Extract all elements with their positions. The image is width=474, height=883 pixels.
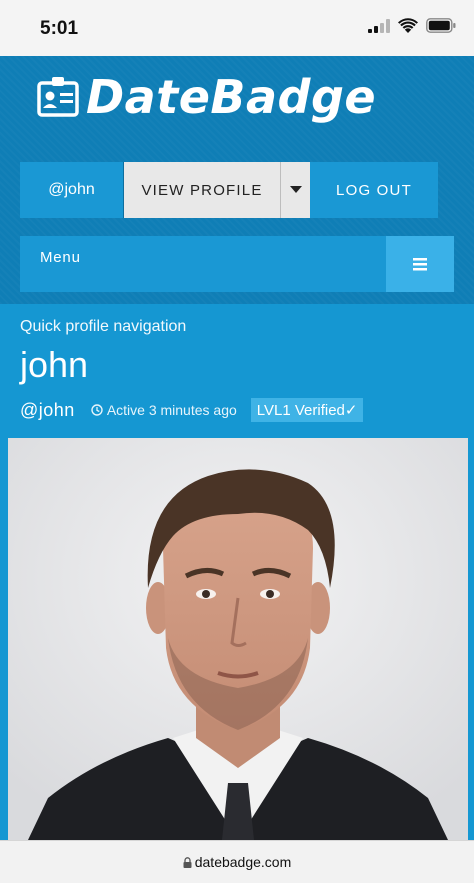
clock-icon <box>91 404 103 416</box>
battery-icon <box>426 18 456 33</box>
lock-icon <box>183 857 192 868</box>
hamburger-icon <box>413 258 427 271</box>
last-active-text: Active 3 minutes ago <box>106 402 237 418</box>
profile-dropdown-toggle[interactable] <box>280 162 310 218</box>
wifi-icon <box>398 18 418 33</box>
quick-profile-navigation[interactable]: Quick profile navigation <box>20 318 186 336</box>
last-active: Active 3 minutes ago <box>91 402 237 418</box>
logout-button[interactable]: LOG OUT <box>310 162 438 218</box>
logo-text: DateBadge <box>86 70 377 124</box>
id-badge-icon <box>37 77 79 117</box>
menu-label: Menu <box>40 249 81 266</box>
status-icons <box>368 18 456 33</box>
browser-url-bar[interactable]: datebadge.com <box>0 840 474 883</box>
profile-photo[interactable] <box>8 438 468 840</box>
status-bar: 5:01 <box>0 0 474 56</box>
username-button[interactable]: @john <box>20 162 124 218</box>
profile-meta: @john Active 3 minutes ago LVL1 Verified… <box>20 398 364 422</box>
site-logo[interactable]: DateBadge <box>36 70 376 124</box>
profile-handle: @john <box>20 399 75 420</box>
url-display[interactable]: datebadge.com <box>0 854 474 870</box>
menu-toggle-button[interactable] <box>386 236 454 292</box>
account-nav: @john VIEW PROFILE LOG OUT <box>20 162 438 218</box>
verified-badge: LVL1 Verified✓ <box>250 398 364 422</box>
view-profile-button[interactable]: VIEW PROFILE <box>124 162 280 218</box>
signal-icon <box>368 18 390 33</box>
profile-section: Quick profile navigation john @john Acti… <box>0 304 474 840</box>
profile-name: john <box>20 344 89 385</box>
menu-bar[interactable]: Menu <box>20 236 454 292</box>
profile-photo-image <box>8 438 468 840</box>
site-header: DateBadge @john VIEW PROFILE LOG OUT Men… <box>0 56 474 304</box>
url-text: datebadge.com <box>194 854 292 870</box>
status-time: 5:01 <box>40 18 79 39</box>
caret-down-icon <box>289 186 302 193</box>
